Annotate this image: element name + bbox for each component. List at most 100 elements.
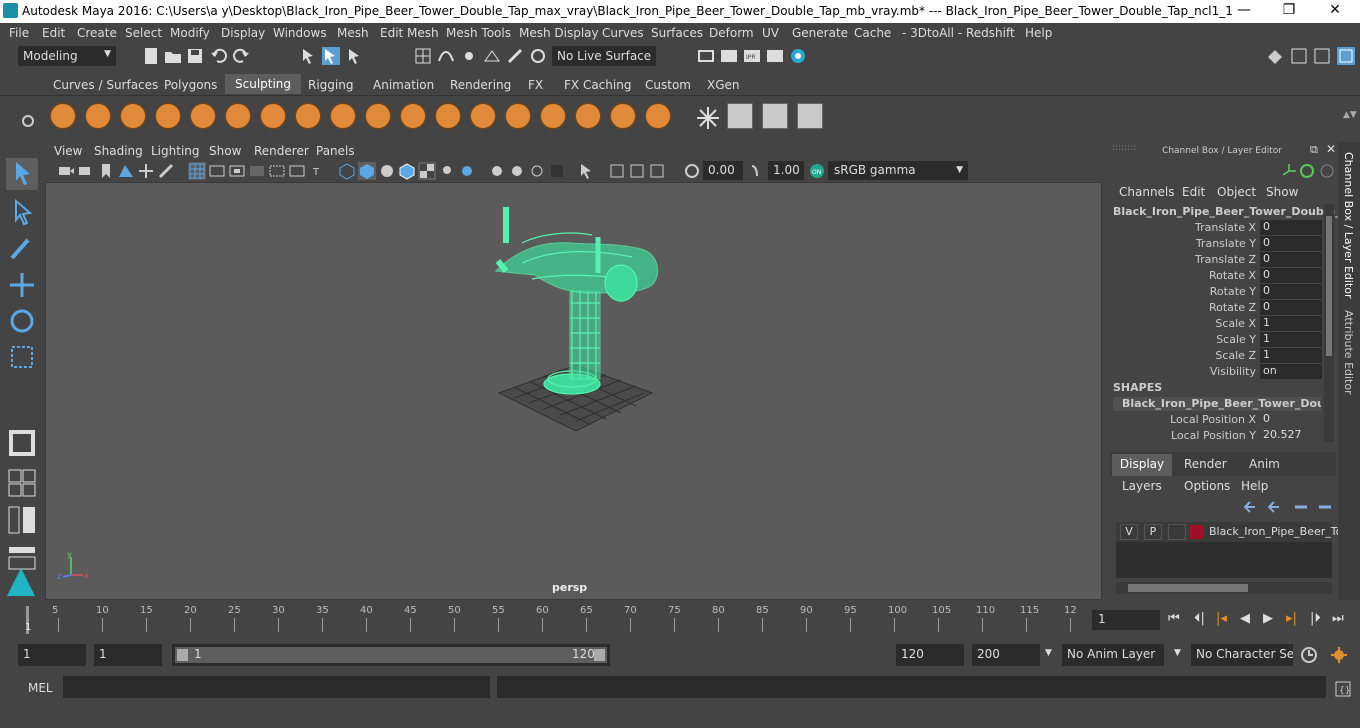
shelf-tab-fx[interactable]: FX: [528, 78, 543, 92]
minimize-button[interactable]: —: [1234, 2, 1254, 18]
relax-tool-icon[interactable]: [120, 103, 146, 129]
layer-menu-layers[interactable]: Layers: [1122, 479, 1162, 493]
channel-value[interactable]: 0: [1260, 220, 1322, 235]
smear-tool-icon[interactable]: [540, 103, 566, 129]
gamma-field[interactable]: 1.00: [768, 161, 804, 180]
smooth-shade-icon[interactable]: [358, 162, 376, 180]
time-ruler[interactable]: 1 5 10 15 20 25 30 35 40 45 50 55 60 65 70 75 80 85 90 95 1…: [20, 604, 1085, 634]
attribute-editor-toggle-icon[interactable]: [1290, 47, 1308, 65]
wireframe-icon[interactable]: [338, 162, 356, 180]
channel-value[interactable]: 0: [1260, 412, 1322, 427]
selected-object-name[interactable]: Black_Iron_Pipe_Beer_Tower_Double_T...: [1113, 205, 1359, 218]
menu-curves[interactable]: Curves: [602, 26, 644, 40]
select-by-hierarchy-icon[interactable]: [300, 47, 318, 65]
sync-icon[interactable]: [1298, 162, 1316, 180]
channel-box-toggle-icon[interactable]: [1337, 47, 1355, 65]
motion-blur-icon[interactable]: [508, 162, 526, 180]
shelf-tab-custom[interactable]: Custom: [645, 78, 691, 92]
animation-start-field[interactable]: 1: [18, 644, 86, 666]
use-all-lights-icon[interactable]: [438, 162, 456, 180]
channel-value[interactable]: 0: [1260, 236, 1322, 251]
safe-title-icon[interactable]: T: [308, 162, 326, 180]
rotate-tool-icon[interactable]: [6, 305, 38, 337]
new-scene-icon[interactable]: [142, 47, 160, 65]
shelf-tab-fx-caching[interactable]: FX Caching: [564, 78, 631, 92]
close-button[interactable]: ✕: [1325, 2, 1345, 18]
layer-hscrollbar[interactable]: [1116, 582, 1332, 594]
layer-name[interactable]: Black_Iron_Pipe_Beer_Tov: [1209, 525, 1349, 538]
live-surface-field[interactable]: No Live Surface: [552, 46, 656, 66]
perspective-viewport[interactable]: y x z persp: [45, 182, 1102, 600]
mesh-display-icon[interactable]: [797, 103, 823, 129]
camera-attributes-icon[interactable]: [77, 162, 95, 180]
gamma-icon[interactable]: [748, 162, 766, 180]
layer-color-swatch[interactable]: [1190, 525, 1204, 539]
pinch-tool-icon[interactable]: [190, 103, 216, 129]
paint-select-tool-icon[interactable]: [6, 232, 38, 264]
channel-row[interactable]: Scale X 1: [1106, 316, 1338, 332]
textured-icon[interactable]: [418, 162, 436, 180]
knife-tool-icon[interactable]: [505, 103, 531, 129]
select-by-object-icon[interactable]: [322, 47, 340, 65]
bulge-tool-icon[interactable]: [575, 103, 601, 129]
gate-mask-icon[interactable]: [248, 162, 266, 180]
channel-value[interactable]: 0: [1260, 284, 1322, 299]
field-chart-icon[interactable]: [268, 162, 286, 180]
anim-layer-field[interactable]: No Anim Layer: [1062, 644, 1164, 666]
shadows-icon[interactable]: [458, 162, 476, 180]
channel-row[interactable]: Local Position Y 20.527: [1106, 428, 1338, 444]
wireframe-on-shaded-icon[interactable]: [398, 162, 416, 180]
layer-menu-help[interactable]: Help: [1241, 479, 1268, 493]
menu-mesh-tools[interactable]: Mesh Tools: [446, 26, 511, 40]
play-backwards-icon[interactable]: ◀: [1240, 611, 1250, 626]
imprint-tool-icon[interactable]: [365, 103, 391, 129]
cb-menu-object[interactable]: Object: [1217, 185, 1256, 199]
panel-menu-renderer[interactable]: Renderer: [254, 144, 309, 158]
panel-menu-lighting[interactable]: Lighting: [151, 144, 200, 158]
shape-name[interactable]: Black_Iron_Pipe_Beer_Tower_Double...: [1113, 397, 1321, 411]
playback-start-field[interactable]: 1: [94, 644, 162, 666]
bookmark-icon[interactable]: [97, 162, 115, 180]
step-back-icon[interactable]: ⏴|: [1194, 611, 1205, 626]
play-forwards-icon[interactable]: ▶: [1263, 611, 1273, 626]
hypershade-icon[interactable]: [789, 47, 807, 65]
command-language-label[interactable]: MEL: [28, 681, 53, 695]
tool-settings-toggle-icon[interactable]: [1313, 47, 1331, 65]
depth-of-field-icon[interactable]: [548, 162, 566, 180]
channel-value[interactable]: 20.527: [1260, 428, 1322, 443]
current-frame-field[interactable]: 1: [1092, 610, 1160, 630]
channel-row[interactable]: Visibility on: [1106, 364, 1338, 380]
open-scene-icon[interactable]: [164, 47, 182, 65]
lasso-tool-icon[interactable]: [6, 197, 38, 229]
move-layer-down-icon[interactable]: [1266, 498, 1284, 516]
channel-value[interactable]: 1: [1260, 348, 1322, 363]
menu-edit-mesh[interactable]: Edit Mesh: [380, 26, 439, 40]
maximize-button[interactable]: ❐: [1279, 2, 1299, 18]
foamy-tool-icon[interactable]: [260, 103, 286, 129]
animation-end-field[interactable]: 200: [972, 644, 1040, 666]
step-back-key-icon[interactable]: |◂: [1216, 611, 1227, 626]
time-slider[interactable]: 1 5 10 15 20 25 30 35 40 45 50 55 60 65 70 75 80 85 90 95 1…: [0, 600, 1360, 638]
exposure-field[interactable]: 0.00: [703, 161, 743, 180]
sculpt-tool-icon[interactable]: [50, 103, 76, 129]
move-layer-up-icon[interactable]: [1242, 498, 1260, 516]
command-input[interactable]: [63, 676, 490, 698]
tab-attribute-editor[interactable]: Attribute Editor: [1342, 310, 1355, 395]
menu-file[interactable]: File: [9, 26, 29, 40]
menu-display[interactable]: Display: [221, 26, 265, 40]
channel-scrollbar[interactable]: [1324, 204, 1334, 442]
channel-row[interactable]: Rotate Y 0: [1106, 284, 1338, 300]
render-settings-icon[interactable]: [766, 47, 784, 65]
freeze-toggle-icon[interactable]: [696, 106, 720, 130]
menu-windows[interactable]: Windows: [273, 26, 327, 40]
script-editor-icon[interactable]: {}: [1334, 680, 1352, 698]
close-panel-icon[interactable]: ✕: [1326, 142, 1336, 156]
float-panel-icon[interactable]: ⧉: [1310, 143, 1318, 157]
view-transform-toggle-icon[interactable]: ON: [808, 162, 826, 180]
maya-icon[interactable]: [5, 566, 37, 598]
grab-tool-icon[interactable]: [155, 103, 181, 129]
flatten-tool-icon[interactable]: [225, 103, 251, 129]
four-view-layout-icon[interactable]: [6, 467, 38, 499]
amplify-tool-icon[interactable]: [610, 103, 636, 129]
snap-to-point-icon[interactable]: [460, 47, 478, 65]
